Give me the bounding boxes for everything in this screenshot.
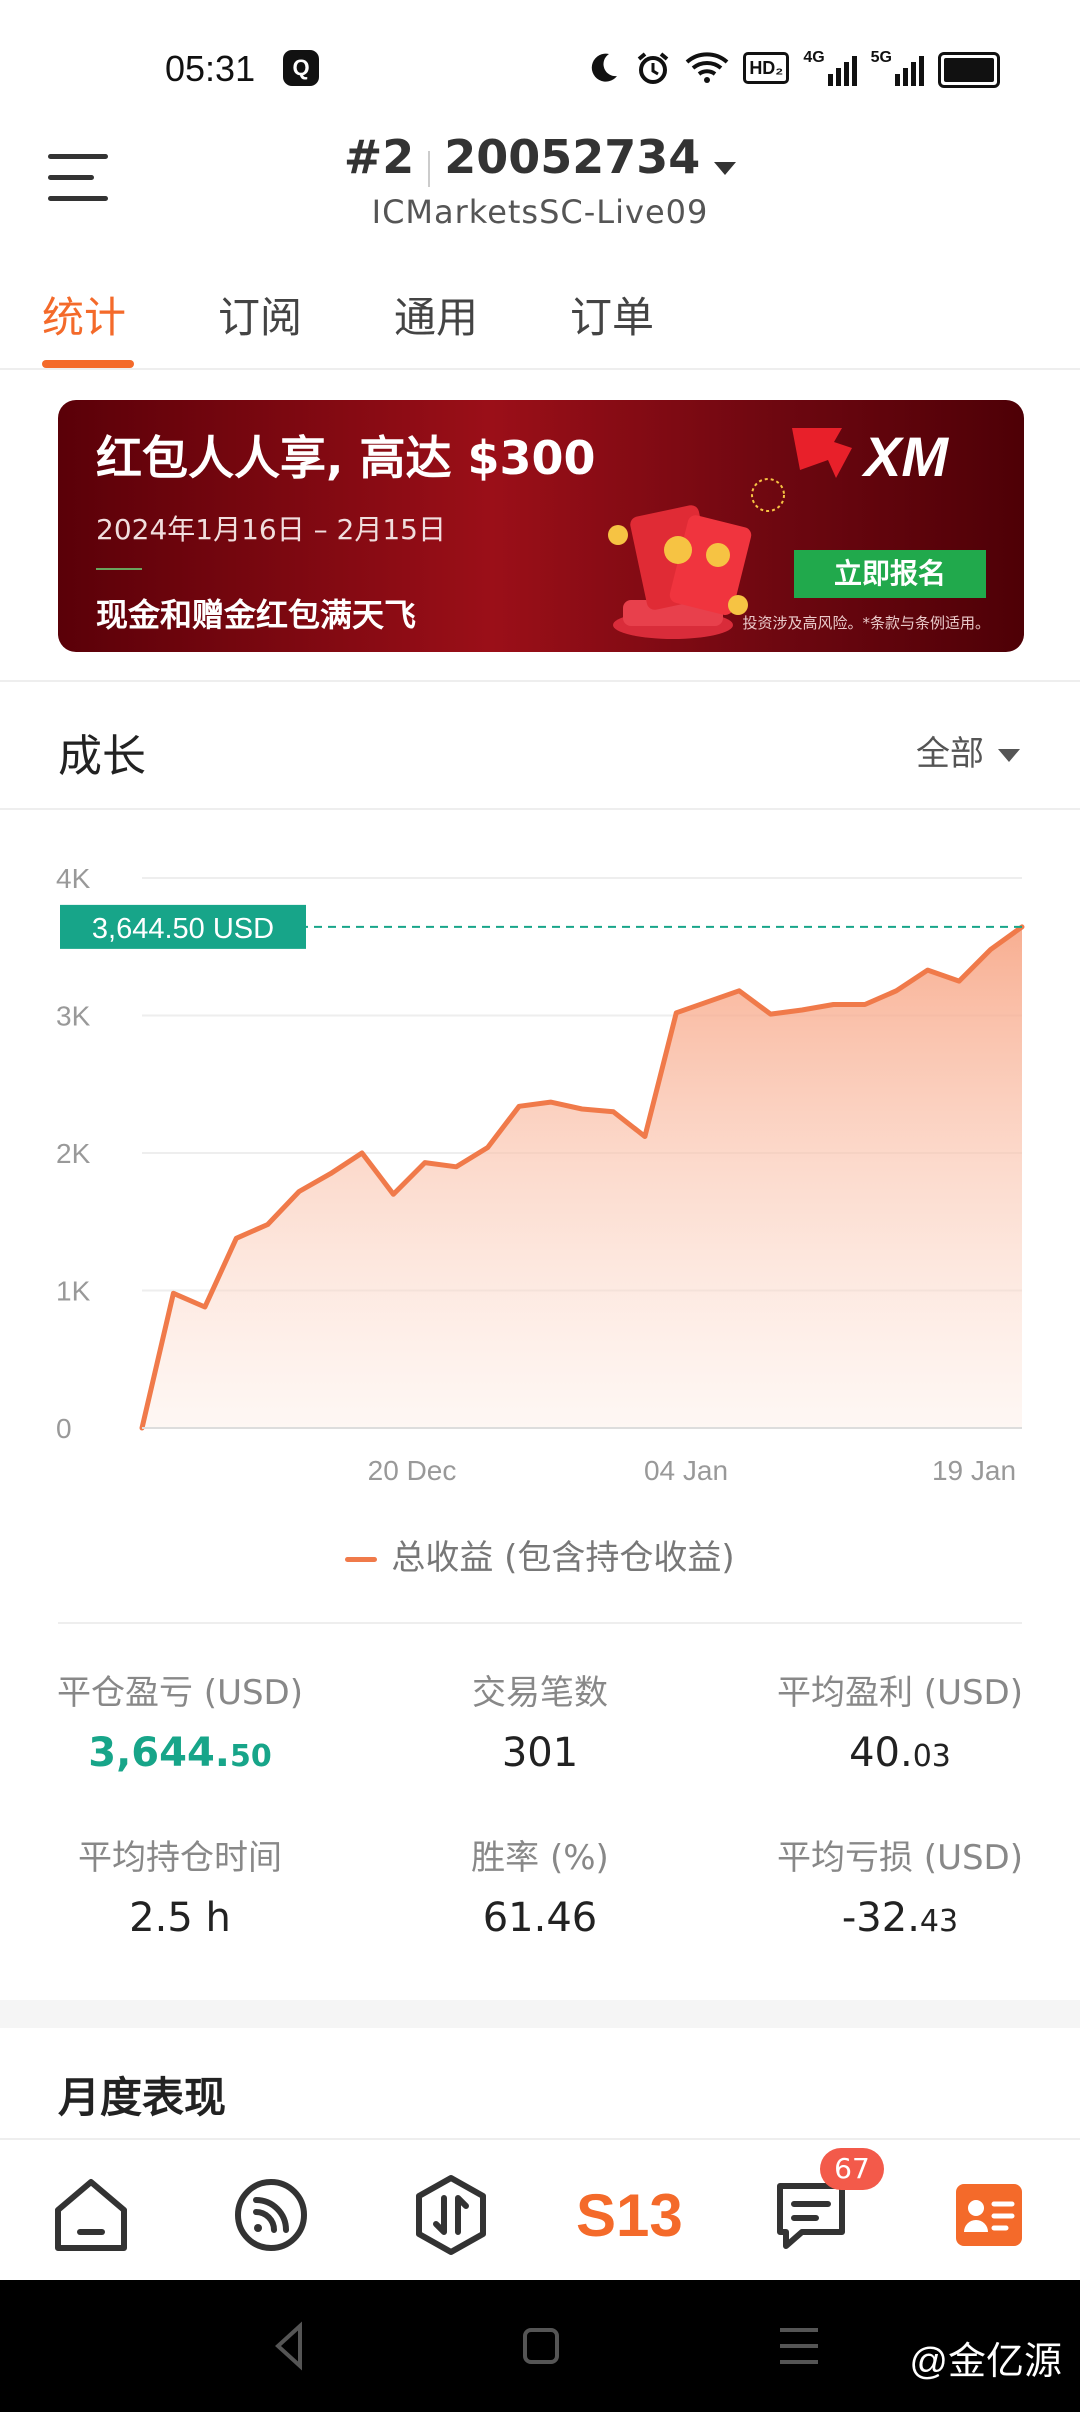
- nav-home[interactable]: [46, 2170, 136, 2260]
- top-nav: #2 20052734 ICMarketsSC-Live09: [0, 130, 1080, 250]
- nav-trade[interactable]: [406, 2170, 496, 2260]
- stat-label: 胜率 (%): [370, 1830, 710, 1879]
- stat-label: 交易笔数: [370, 1665, 710, 1714]
- wifi-icon: [685, 50, 729, 86]
- legend-swatch: [345, 1557, 377, 1562]
- moon-icon: [587, 50, 621, 86]
- banner-headline: 红包人人享, 高达 $300: [96, 422, 596, 488]
- account-index: #2: [344, 130, 415, 184]
- nav-s13[interactable]: S13: [572, 2170, 682, 2260]
- nav-profile[interactable]: [944, 2170, 1034, 2260]
- stat-label: 平仓盈亏 (USD): [10, 1665, 350, 1714]
- trade-icon: [406, 2170, 496, 2260]
- signal-5g-icon: 5G: [871, 50, 924, 86]
- promo-banner[interactable]: 红包人人享, 高达 $300 2024年1月16日 – 2月15日 现金和赠金红…: [58, 400, 1024, 652]
- growth-header: 成长 全部: [0, 680, 1080, 810]
- chevron-down-icon: [998, 749, 1020, 762]
- legend-label: 总收益 (包含持仓收益): [391, 1538, 734, 1578]
- stat-value: 61.46: [370, 1895, 710, 1941]
- alarm-icon: [635, 50, 671, 86]
- stat-label: 平均盈利 (USD): [730, 1665, 1070, 1714]
- monthly-performance-title: 月度表现: [58, 2064, 226, 2125]
- status-time: 05:31: [165, 48, 255, 90]
- chart-legend: 总收益 (包含持仓收益): [0, 1530, 1080, 1579]
- range-filter-label: 全部: [916, 734, 984, 774]
- status-icons: HD₂ 4G 5G: [587, 48, 1000, 88]
- back-icon: [278, 2326, 300, 2366]
- bottom-nav: S13: [0, 2138, 1080, 2280]
- stat-value: 301: [370, 1730, 710, 1776]
- tab-active-indicator: [42, 360, 134, 368]
- account-selector[interactable]: #2 20052734 ICMarketsSC-Live09: [0, 130, 1080, 231]
- svg-text:XM: XM: [861, 425, 949, 488]
- stat-label: 平均亏损 (USD): [730, 1830, 1070, 1879]
- nav-feed[interactable]: [226, 2170, 316, 2260]
- y-tick-label: 2K: [56, 1138, 91, 1169]
- growth-title: 成长: [58, 720, 146, 784]
- stat-value: 3,644.50: [10, 1730, 350, 1776]
- y-tick-label: 3K: [56, 1001, 91, 1032]
- register-button[interactable]: 立即报名: [794, 550, 986, 598]
- hd-icon: HD₂: [743, 52, 789, 84]
- tab-orders[interactable]: 订单: [570, 284, 654, 345]
- banner-subline: 现金和赠金红包满天飞: [96, 590, 416, 636]
- y-tick-label: 4K: [56, 863, 91, 894]
- stat-value: 2.5 h: [10, 1895, 350, 1941]
- stat-label: 平均持仓时间: [10, 1830, 350, 1879]
- stat-item: 平仓盈亏 (USD) 3,644.50: [10, 1665, 350, 1776]
- x-tick-label: 04 Jan: [644, 1455, 728, 1486]
- account-server: ICMarketsSC-Live09: [0, 193, 1080, 231]
- banner-date: 2024年1月16日 – 2月15日: [96, 508, 446, 548]
- stat-value: -32.43: [730, 1895, 1070, 1941]
- profile-icon: [944, 2170, 1034, 2260]
- svg-text:S13: S13: [576, 2182, 682, 2249]
- banner-disclaimer: 投资涉及高风险。*条款与条例适用。: [742, 612, 990, 633]
- chevron-down-icon: [714, 162, 736, 175]
- battery-icon: [938, 52, 1000, 88]
- app-notification-icon: Q: [283, 50, 319, 86]
- tab-general[interactable]: 通用: [394, 284, 478, 345]
- tab-bar: 统计 订阅 通用 订单: [0, 272, 1080, 370]
- stat-item: 胜率 (%) 61.46: [370, 1830, 710, 1941]
- y-tick-label: 0: [56, 1413, 72, 1444]
- watermark: @金亿源: [909, 2330, 1062, 2385]
- stat-item: 平均盈利 (USD) 40.03: [730, 1665, 1070, 1776]
- range-filter[interactable]: 全部: [916, 726, 1020, 775]
- x-tick-label: 19 Jan: [932, 1455, 1016, 1486]
- recents-icon: [780, 2330, 818, 2362]
- status-bar: 05:31 Q HD₂ 4G 5G: [0, 0, 1080, 140]
- s13-icon: S13: [572, 2170, 682, 2260]
- signal-4g-icon: 4G: [803, 50, 856, 86]
- stat-item: 平均持仓时间 2.5 h: [10, 1830, 350, 1941]
- tab-stats[interactable]: 统计: [42, 284, 126, 345]
- home-circle-icon: [525, 2330, 557, 2362]
- y-tick-label: 1K: [56, 1276, 91, 1307]
- account-number: 20052734: [444, 130, 700, 184]
- xm-logo: XM: [786, 420, 986, 490]
- home-icon: [46, 2170, 136, 2260]
- series-area: [142, 927, 1022, 1428]
- current-value-label: 3,644.50 USD: [92, 913, 274, 945]
- growth-chart: 0 1K 2K 3K 4K 20 Dec 04 Jan 19 Jan 3,644.50 USD: [0, 830, 1080, 1510]
- stat-item: 平均亏损 (USD) -32.43: [730, 1830, 1070, 1941]
- feed-icon: [226, 2170, 316, 2260]
- stat-item: 交易笔数 301: [370, 1665, 710, 1776]
- tab-subscribe[interactable]: 订阅: [218, 284, 302, 345]
- messages-badge: 67: [820, 2148, 884, 2190]
- stat-value: 40.03: [730, 1730, 1070, 1776]
- x-tick-label: 20 Dec: [368, 1455, 457, 1486]
- growth-chart-svg: 0 1K 2K 3K 4K 20 Dec 04 Jan 19 Jan 3,644.50 USD: [0, 830, 1080, 1510]
